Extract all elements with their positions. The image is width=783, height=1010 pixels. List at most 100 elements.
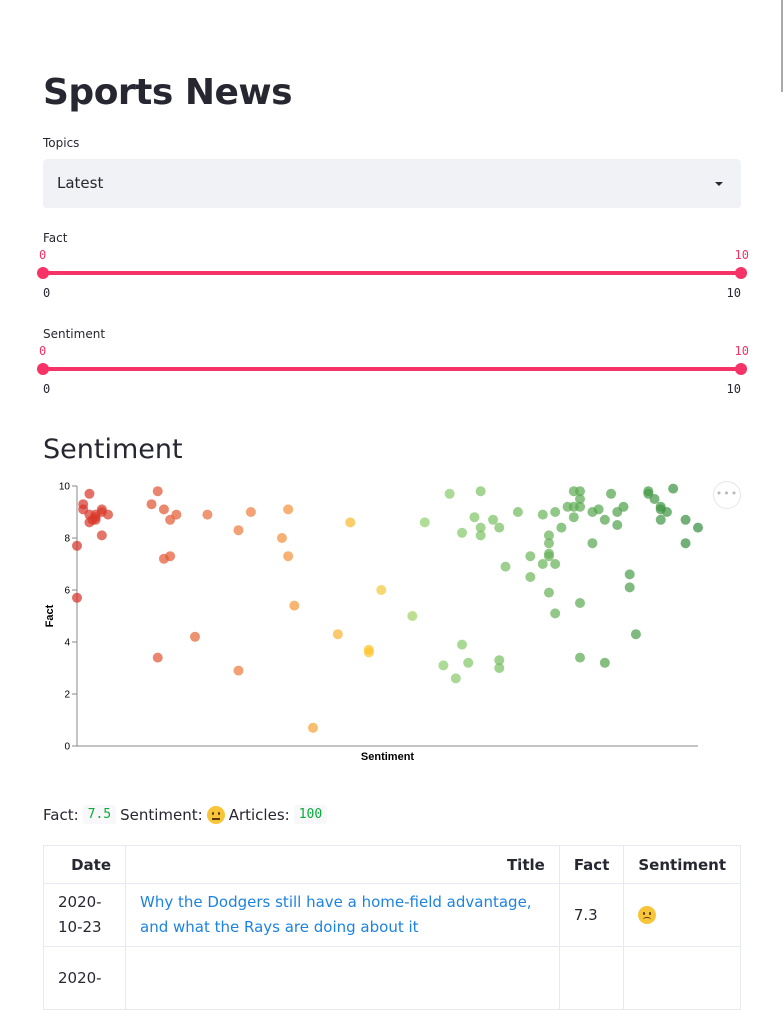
article-link[interactable]: Why the Dodgers still have a home-field …: [140, 893, 532, 936]
scatter-point: [158, 504, 169, 515]
scatter-point: [612, 520, 623, 530]
fact-slider-min-label: 0: [43, 286, 51, 300]
scatter-point: [550, 608, 561, 619]
scatter-point: [543, 538, 554, 549]
articles-summary-label: Articles:: [228, 805, 290, 824]
fact-summary-value: 7.5: [82, 805, 117, 824]
scatter-point: [245, 507, 256, 517]
scatter-point: [96, 530, 107, 541]
scatter-point: [444, 488, 455, 499]
scatter-point: [500, 561, 511, 572]
y-tick-label: 4: [64, 638, 70, 649]
sentiment-slider-track[interactable]: [43, 367, 741, 371]
scatter-point: [165, 551, 176, 562]
articles-summary-value: 100: [293, 805, 328, 824]
scatter-point: [568, 512, 579, 523]
neutral-face-icon: [206, 805, 225, 824]
topics-select[interactable]: Latest: [43, 159, 741, 208]
scatter-point: [84, 488, 95, 499]
scatter-point: [593, 504, 604, 515]
scatter-point: [537, 559, 548, 569]
y-axis: 0 2 4 6 8 10: [59, 482, 78, 753]
scatter-point: [494, 522, 505, 533]
scatter-point: [525, 572, 536, 582]
table-header-row: Date Title Fact Sentiment: [43, 845, 741, 884]
title-cell: Why the Dodgers still have a home-field …: [125, 883, 560, 947]
y-tick-label: 6: [64, 586, 70, 597]
page-title: Sports News: [43, 72, 293, 113]
scatter-point: [606, 488, 617, 499]
y-tick-label: 0: [64, 742, 70, 753]
sentiment-slider[interactable]: 0 10 0 10: [37, 332, 749, 396]
scatter-point: [494, 663, 505, 673]
scatter-point: [469, 512, 480, 523]
scatter-point: [146, 499, 157, 510]
scatter-point: [233, 525, 244, 536]
fact-slider-max-label: 10: [726, 286, 741, 300]
fact-summary-label: Fact:: [43, 805, 79, 824]
fact-slider-high-handle[interactable]: [735, 267, 747, 279]
scatter-point: [543, 551, 554, 562]
scatter-point: [457, 527, 468, 538]
y-tick-label: 2: [64, 690, 70, 701]
scatter-point: [680, 514, 691, 525]
scatter-point: [407, 611, 418, 621]
scatter-point: [171, 509, 182, 520]
scatter-point: [189, 631, 200, 642]
x-axis-label: Sentiment: [361, 751, 415, 763]
scatter-point: [450, 673, 461, 684]
fact-slider-high-value: 10: [734, 248, 749, 262]
scatter-point: [72, 540, 82, 551]
title-cell: [125, 946, 560, 1010]
section-heading: Sentiment: [43, 434, 183, 465]
scatter-point: [488, 514, 499, 525]
fact-slider-track[interactable]: [43, 271, 741, 275]
sentiment-slider-low-value: 0: [39, 344, 47, 358]
column-header-sentiment: Sentiment: [623, 845, 741, 884]
table-row: 2020-10-23 Why the Dodgers still have a …: [43, 883, 741, 947]
scatter-point: [463, 657, 474, 668]
scatter-point: [475, 486, 486, 497]
chart-menu-button[interactable]: •••: [713, 481, 741, 509]
scatter-point: [525, 551, 536, 562]
y-tick-label: 10: [59, 482, 71, 493]
scatter-point: [512, 507, 523, 517]
date-cell: 2020-10-23: [43, 883, 126, 947]
column-header-fact: Fact: [558, 845, 625, 884]
scatter-point: [202, 509, 213, 520]
scatter-point: [668, 483, 679, 494]
fact-slider[interactable]: 0 10 0 10: [37, 236, 749, 300]
scatter-point: [376, 585, 387, 595]
articles-table: Date Title Fact Sentiment 2020-10-23 Why…: [43, 845, 741, 1010]
sentiment-slider-min-label: 0: [43, 382, 51, 396]
scatter-point: [543, 587, 554, 598]
scatter-point: [363, 647, 374, 658]
scatter-chart: 0 2 4 6 8 10 Sentiment Fact: [44, 482, 703, 763]
scatter-point: [457, 639, 468, 650]
scatter-points: [72, 483, 703, 733]
date-cell: 2020-: [43, 946, 126, 1010]
scatter-point: [283, 551, 294, 562]
scatter-point: [575, 652, 586, 663]
sentiment-slider-low-handle[interactable]: [37, 363, 49, 375]
scatter-point: [289, 600, 300, 611]
scatter-point: [276, 533, 287, 543]
fact-slider-low-handle[interactable]: [37, 267, 49, 279]
scatter-point: [419, 517, 430, 528]
table-row: 2020-: [43, 946, 741, 1010]
scatter-point: [438, 660, 449, 671]
scatter-point: [332, 629, 343, 640]
sentiment-cell: [623, 946, 741, 1010]
scatter-point: [537, 509, 548, 520]
scatter-point: [575, 598, 586, 608]
scatter-point: [556, 522, 567, 533]
topics-label: Topics: [43, 136, 80, 150]
scatter-point: [550, 559, 561, 569]
sentiment-cell: [623, 883, 741, 947]
scatter-point: [587, 538, 598, 549]
chevron-down-icon: [715, 182, 723, 186]
sentiment-slider-high-handle[interactable]: [735, 363, 747, 375]
scatter-point: [345, 517, 356, 528]
scatter-point: [680, 538, 691, 549]
y-tick-label: 8: [64, 534, 70, 545]
